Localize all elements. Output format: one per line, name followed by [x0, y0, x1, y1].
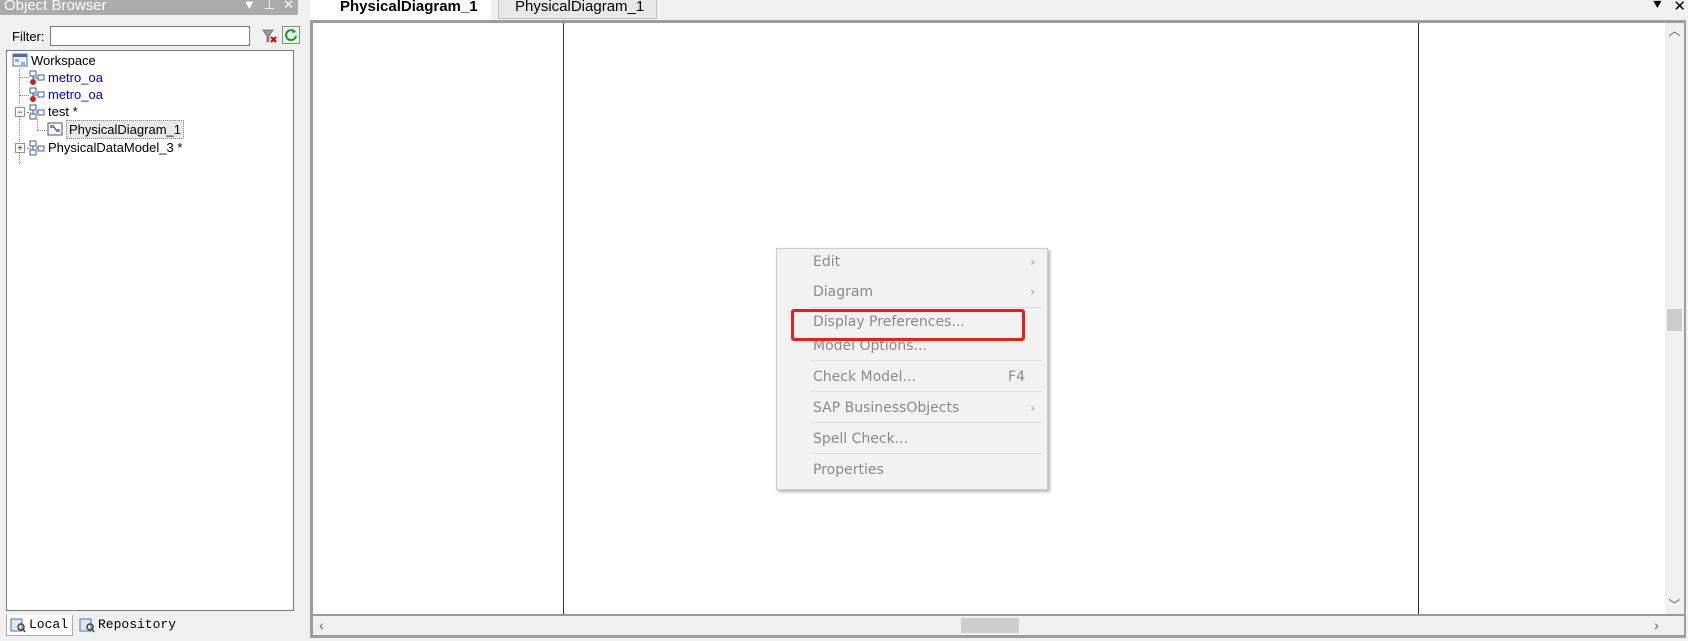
physical-model-icon	[29, 70, 45, 86]
tree-item-workspace[interactable]: Workspace	[12, 52, 212, 69]
menu-separator	[811, 391, 1041, 392]
filter-row: Filter:	[12, 26, 300, 48]
tree-item-model[interactable]: metro_oa	[29, 86, 229, 103]
tree-item-label: PhysicalDataModel_3 *	[48, 140, 183, 155]
close-document-icon[interactable]: ✕	[1673, 0, 1686, 15]
menu-item-spell-check[interactable]: Spell Check...	[777, 426, 1047, 452]
tabbar-buttons: ⯆ ✕	[1651, 0, 1686, 15]
physical-model-icon	[29, 140, 45, 156]
scroll-right-icon[interactable]: ›	[1648, 616, 1665, 635]
object-browser-title: Object Browser	[4, 0, 107, 14]
menu-item-label: Diagram	[813, 284, 874, 300]
local-icon	[10, 617, 26, 633]
annotation-highlight-box	[791, 309, 1025, 341]
menu-separator	[811, 360, 1041, 361]
panel-dropdown-icon[interactable]: ▼	[243, 0, 256, 13]
menu-item-edit[interactable]: Edit ›	[777, 249, 1047, 275]
page-boundary-left	[563, 23, 564, 614]
tree-connector	[19, 95, 29, 96]
expand-toggle[interactable]: +	[15, 143, 25, 153]
tree-item-label: PhysicalDiagram_1	[66, 120, 184, 139]
menu-item-shortcut: F4	[1008, 369, 1025, 385]
menu-separator	[811, 453, 1041, 454]
close-panel-icon[interactable]: ✕	[283, 0, 294, 13]
tree-connector	[37, 119, 38, 130]
menu-item-label: SAP BusinessObjects	[813, 400, 960, 416]
tree-item-model[interactable]: metro_oa	[29, 69, 229, 86]
pin-icon[interactable]: ⊥	[264, 0, 275, 13]
menu-item-sap-businessobjects[interactable]: SAP BusinessObjects ›	[777, 395, 1047, 421]
menu-item-properties[interactable]: Properties	[777, 457, 1047, 483]
scroll-corner	[1665, 616, 1684, 635]
clear-filter-icon[interactable]	[261, 28, 277, 44]
document-tabbar: PhysicalDiagram_1 PhysicalDiagram_1 ⯆ ✕	[308, 0, 1688, 20]
tab-physical-diagram-inactive[interactable]: PhysicalDiagram_1	[498, 0, 658, 19]
tab-local-label: Local	[29, 617, 69, 632]
tab-label: PhysicalDiagram_1	[515, 0, 645, 15]
repository-icon	[79, 617, 95, 633]
scroll-up-icon[interactable]: ︿	[1665, 23, 1684, 40]
tree-item-diagram[interactable]: PhysicalDiagram_1	[47, 120, 247, 139]
submenu-arrow-icon: ›	[1030, 401, 1035, 415]
tab-repository[interactable]: Repository	[76, 615, 180, 635]
tree-item-label: test *	[48, 104, 78, 119]
scroll-down-icon[interactable]: ﹀	[1665, 597, 1684, 614]
physical-model-icon	[29, 87, 45, 103]
tab-physical-diagram-active[interactable]: PhysicalDiagram_1	[310, 0, 491, 20]
menu-separator	[811, 422, 1041, 423]
filter-input[interactable]	[50, 26, 250, 46]
browser-bottom-tabs: Local Repository	[6, 612, 294, 638]
diagram-icon	[47, 121, 63, 137]
page-boundary-right	[1418, 23, 1419, 614]
filter-label: Filter:	[12, 29, 45, 44]
object-browser-titlebar: Object Browser ▼ ⊥ ✕	[0, 0, 298, 15]
workspace-icon	[12, 53, 28, 69]
tab-list-dropdown-icon[interactable]: ⯆	[1651, 0, 1663, 15]
horizontal-scrollbar[interactable]: ‹ ›	[313, 616, 1665, 635]
submenu-arrow-icon: ›	[1030, 285, 1035, 299]
menu-item-check-model[interactable]: Check Model... F4	[777, 364, 1047, 390]
submenu-arrow-icon: ›	[1030, 255, 1035, 269]
menu-item-label: Spell Check...	[813, 431, 909, 447]
tree-item-label: metro_oa	[48, 87, 103, 102]
collapse-toggle[interactable]: −	[15, 107, 25, 117]
tab-repository-label: Repository	[98, 617, 177, 632]
object-browser-panel: Object Browser ▼ ⊥ ✕ Filter: Workspace m…	[0, 0, 300, 641]
vertical-scrollbar[interactable]: ︿ ﹀	[1665, 23, 1684, 614]
menu-item-label: Edit	[813, 254, 841, 270]
tab-label: PhysicalDiagram_1	[340, 0, 478, 15]
menu-item-label: Check Model...	[813, 369, 916, 385]
tree-connector	[37, 130, 47, 131]
refresh-filter-icon[interactable]	[282, 26, 300, 44]
menu-separator	[811, 307, 1041, 308]
panel-title-buttons: ▼ ⊥ ✕	[243, 0, 294, 13]
menu-item-diagram[interactable]: Diagram ›	[777, 279, 1047, 305]
context-menu: Edit › Diagram › Display Preferences... …	[776, 248, 1048, 490]
tree-item-model-3[interactable]: PhysicalDataModel_3 *	[29, 139, 249, 156]
tree-item-label: metro_oa	[48, 70, 103, 85]
tree-item-label: Workspace	[31, 53, 96, 68]
scroll-left-icon[interactable]: ‹	[313, 616, 330, 635]
tab-local[interactable]: Local	[6, 615, 74, 636]
horizontal-scroll-thumb[interactable]	[961, 618, 1019, 633]
tree-item-test[interactable]: test *	[29, 103, 229, 120]
menu-item-label: Properties	[813, 462, 884, 478]
physical-model-icon	[29, 104, 45, 120]
vertical-scroll-thumb[interactable]	[1667, 309, 1682, 331]
tree-connector	[19, 77, 29, 78]
object-tree: Workspace metro_oa metro_oa − test * Phy…	[6, 50, 294, 611]
